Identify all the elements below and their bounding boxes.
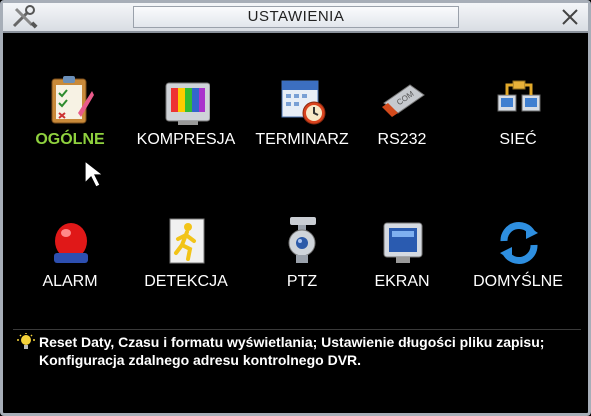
menu-item-ogolne[interactable]: OGÓLNE <box>11 73 129 153</box>
menu-item-label: EKRAN <box>374 273 430 290</box>
menu-item-rs232[interactable]: COM RS232 <box>343 73 461 153</box>
rs232-connector-icon: COM <box>382 84 425 117</box>
network-icon <box>497 80 541 112</box>
menu-item-label: SIEĆ <box>499 131 537 148</box>
menu-item-label: ALARM <box>42 273 98 290</box>
menu-item-label: DETEKCJA <box>144 273 228 290</box>
menu-item-detekcja[interactable]: DETEKCJA <box>127 215 245 295</box>
close-icon[interactable] <box>559 6 581 28</box>
ptz-camera-icon <box>288 217 316 263</box>
menu-item-label: RS232 <box>377 131 427 148</box>
detection-runner-icon <box>169 218 205 264</box>
menu-item-label: OGÓLNE <box>35 131 105 148</box>
settings-window: USTAWIENIA OGÓLNE KOMPRESJA TERMINARZ CO… <box>0 0 591 416</box>
menu-item-label: KOMPRESJA <box>136 131 236 148</box>
menu-item-label: DOMYŚLNE <box>473 273 563 290</box>
general-settings-icon <box>51 76 94 124</box>
tools-icon <box>12 5 38 29</box>
menu-item-ekran[interactable]: EKRAN <box>343 215 461 295</box>
menu-item-domyslne[interactable]: DOMYŚLNE <box>459 215 577 295</box>
display-monitor-icon <box>383 222 423 263</box>
menu-item-kompresja[interactable]: KOMPRESJA <box>127 73 245 153</box>
divider <box>13 329 581 330</box>
window-title: USTAWIENIA <box>133 6 459 28</box>
mouse-pointer-icon <box>84 159 105 188</box>
alarm-light-icon <box>54 223 88 263</box>
default-reset-icon <box>500 221 538 265</box>
schedule-calendar-icon <box>281 80 326 125</box>
lightbulb-icon <box>17 333 35 349</box>
hint-text: Reset Daty, Czasu i formatu wyświetlania… <box>39 334 545 368</box>
compression-tv-icon <box>165 82 210 125</box>
menu-item-alarm[interactable]: ALARM <box>11 215 129 295</box>
title-bar: USTAWIENIA <box>3 3 588 33</box>
menu-item-siec[interactable]: SIEĆ <box>459 73 577 153</box>
